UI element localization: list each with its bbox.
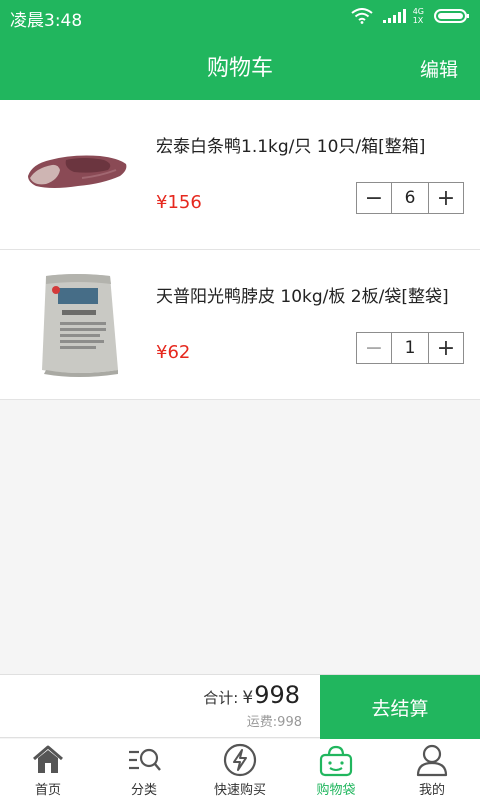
total-label: 合计: [203,689,239,707]
product-price: ¥156 [156,192,202,213]
shipping-fee: 运费:998 [246,715,302,730]
tab-label: 首页 [34,783,61,798]
total-currency: ¥ [242,688,254,708]
decrease-quantity-button[interactable]: − [357,333,391,363]
product-price: ¥62 [156,342,191,363]
profile-icon [414,743,450,777]
quick-buy-icon [222,743,258,777]
tab-shopping-bag[interactable]: 购物袋 [288,739,384,800]
tab-category[interactable]: 分类 [96,739,192,800]
total-line: 合计: ¥ 998 [203,681,300,709]
edit-button[interactable]: 编辑 [420,55,458,82]
increase-quantity-button[interactable]: + [429,333,463,363]
duck-product-image[interactable] [22,120,132,230]
cart-item[interactable]: 宏泰白条鸭1.1kg/只 10只/箱[整箱] ¥156 − 6 + [0,100,480,250]
bag-product-image[interactable] [22,270,132,380]
status-time: 凌晨3:48 [10,11,83,31]
home-icon [30,743,66,777]
tab-label: 我的 [418,783,445,798]
bottom-tab-bar: 首页 分类 快速购买 购物袋 我的 [0,739,480,800]
category-icon [126,743,162,777]
tab-home[interactable]: 首页 [0,739,96,800]
tab-label: 分类 [130,783,157,798]
decrease-quantity-button[interactable]: − [357,183,391,213]
tab-label: 购物袋 [316,783,356,798]
network-type-badge: 4G 1X [412,7,424,25]
quantity-value[interactable]: 1 [391,333,429,363]
page-title: 购物车 [206,56,273,81]
cart-item[interactable]: 天普阳光鸭脖皮 10kg/板 2板/袋[整袋] ¥62 − 1 + [0,250,480,400]
status-icons: 4G 1X [351,6,470,26]
battery-icon [434,8,470,24]
product-name[interactable]: 天普阳光鸭脖皮 10kg/板 2板/袋[整袋] [156,282,449,307]
increase-quantity-button[interactable]: + [429,183,463,213]
wifi-icon [351,8,373,24]
quantity-stepper: − 6 + [356,182,464,214]
checkout-bar: 合计: ¥ 998 运费:998 去结算 [0,674,480,739]
total-value: 998 [254,681,300,709]
quantity-value[interactable]: 6 [391,183,429,213]
cart-list: 宏泰白条鸭1.1kg/只 10只/箱[整箱] ¥156 − 6 + 天普阳光鸭脖… [0,100,480,400]
tab-label: 快速购买 [213,783,266,798]
status-bar: 凌晨3:48 4G 1X [0,0,480,32]
shopping-bag-icon [318,743,354,777]
tab-profile[interactable]: 我的 [384,739,480,800]
product-name[interactable]: 宏泰白条鸭1.1kg/只 10只/箱[整箱] [156,132,425,157]
signal-icon [382,8,409,24]
quantity-stepper: − 1 + [356,332,464,364]
tab-quick-buy[interactable]: 快速购买 [192,739,288,800]
top-bar: 凌晨3:48 4G 1X 购物车 编辑 [0,0,480,100]
checkout-button[interactable]: 去结算 [320,675,480,739]
